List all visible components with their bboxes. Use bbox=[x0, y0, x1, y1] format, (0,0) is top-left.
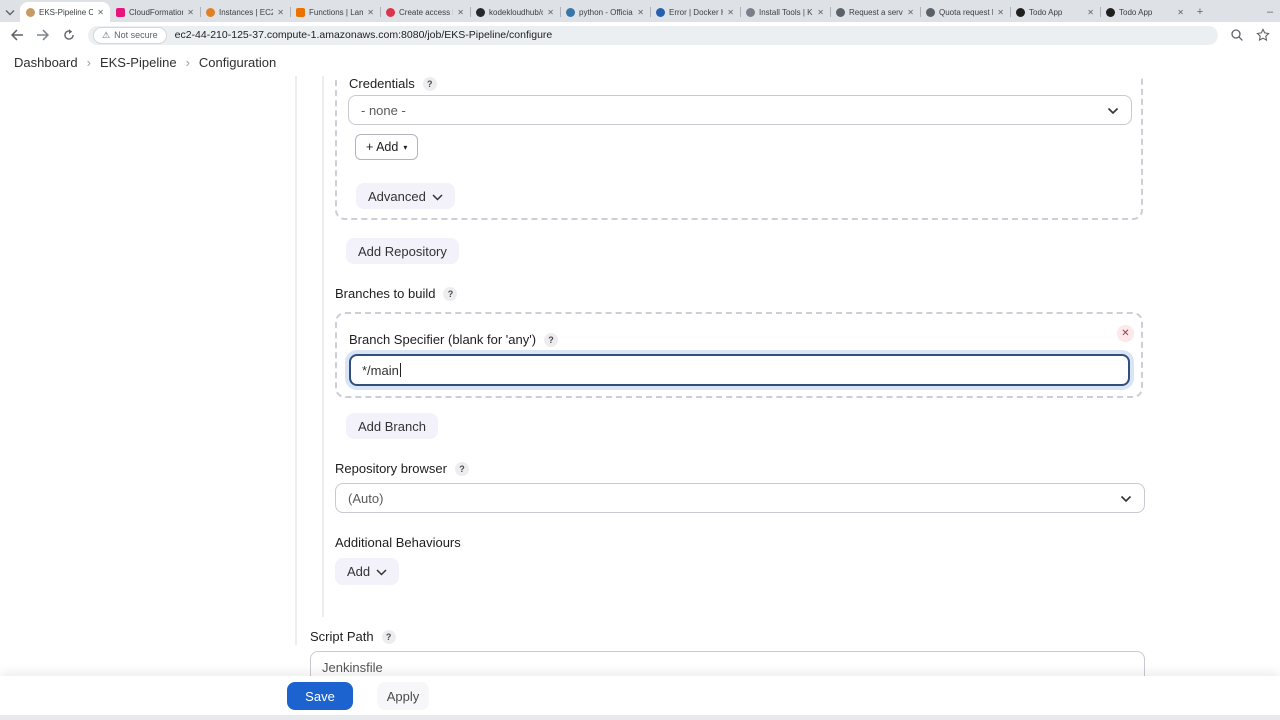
add-repository-button[interactable]: Add Repository bbox=[346, 238, 459, 264]
repository-browser-select[interactable]: (Auto) bbox=[335, 483, 1145, 513]
tab-close-icon[interactable]: ✕ bbox=[1177, 8, 1184, 17]
url-text: ec2-44-210-125-37.compute-1.amazonaws.co… bbox=[174, 29, 553, 41]
tab-1[interactable]: EKS-Pipeline Confi ✕ bbox=[20, 2, 110, 22]
branches-help-icon[interactable]: ? bbox=[443, 286, 458, 301]
not-secure-chip[interactable]: ⚠ Not secure bbox=[93, 26, 167, 44]
bookmark-star-icon[interactable] bbox=[1256, 28, 1270, 42]
todo-app-icon bbox=[1106, 7, 1115, 17]
breadcrumb-job[interactable]: EKS-Pipeline bbox=[100, 55, 177, 70]
aws-support-icon bbox=[836, 7, 845, 17]
credentials-label: Credentials bbox=[349, 76, 415, 91]
tab-close-icon[interactable]: ✕ bbox=[277, 8, 284, 17]
remove-branch-icon[interactable]: ✕ bbox=[1117, 325, 1134, 342]
tab-close-icon[interactable]: ✕ bbox=[187, 8, 194, 17]
tab-9[interactable]: Install Tools | Kuber ✕ bbox=[740, 2, 830, 22]
not-secure-label: Not secure bbox=[114, 30, 158, 40]
repository-browser-selected-value: (Auto) bbox=[348, 490, 384, 506]
breadcrumb: Dashboard › EKS-Pipeline › Configuration bbox=[0, 48, 1280, 76]
tab-close-icon[interactable]: ✕ bbox=[367, 8, 374, 17]
breadcrumb-separator: › bbox=[185, 54, 190, 70]
section-indent-inner bbox=[322, 76, 324, 617]
advanced-button[interactable]: Advanced bbox=[356, 183, 455, 209]
window-bottom-edge bbox=[0, 715, 1280, 720]
script-path-help-icon[interactable]: ? bbox=[381, 629, 396, 644]
tab-8[interactable]: Error | Docker Hub ✕ bbox=[650, 2, 740, 22]
additional-behaviours-label: Additional Behaviours bbox=[335, 535, 461, 550]
tab-7[interactable]: python - Official Im ✕ bbox=[560, 2, 650, 22]
chevron-down-icon bbox=[1120, 491, 1132, 506]
add-credentials-button[interactable]: + Add ▾ bbox=[355, 134, 419, 160]
tab-close-icon[interactable]: ✕ bbox=[637, 8, 644, 17]
configuration-form: Credentials ? - none - + Add ▾ Advanced … bbox=[0, 76, 1280, 720]
branch-specifier-help-icon[interactable]: ? bbox=[544, 332, 559, 347]
jenkins-icon bbox=[26, 7, 35, 17]
tab-close-icon[interactable]: ✕ bbox=[907, 8, 914, 17]
chevron-down-icon bbox=[1107, 103, 1119, 118]
back-icon[interactable] bbox=[10, 28, 24, 42]
additional-behaviours-add-button[interactable]: Add bbox=[335, 558, 400, 585]
warning-icon: ⚠ bbox=[102, 29, 111, 40]
tab-2[interactable]: CloudFormation - S ✕ bbox=[110, 2, 200, 22]
browser-tab-strip: EKS-Pipeline Confi ✕ CloudFormation - S … bbox=[0, 0, 1280, 22]
docker-icon bbox=[656, 7, 665, 17]
bottom-app-bar bbox=[0, 676, 1280, 715]
forward-icon[interactable] bbox=[36, 28, 50, 42]
service-quotas-icon bbox=[926, 7, 935, 17]
breadcrumb-configuration[interactable]: Configuration bbox=[199, 55, 276, 70]
tab-search-chevron-icon[interactable] bbox=[0, 2, 20, 22]
tab-list: EKS-Pipeline Confi ✕ CloudFormation - S … bbox=[20, 0, 1190, 22]
iam-icon bbox=[386, 7, 395, 17]
tab-10[interactable]: Request a service q ✕ bbox=[830, 2, 920, 22]
tab-4[interactable]: Functions | Lambda ✕ bbox=[290, 2, 380, 22]
save-button[interactable]: Save bbox=[287, 682, 353, 710]
new-tab-button[interactable]: + bbox=[1190, 2, 1210, 22]
breadcrumb-dashboard[interactable]: Dashboard bbox=[14, 55, 78, 70]
browser-toolbar: ⚠ Not secure ec2-44-210-125-37.compute-1… bbox=[0, 22, 1280, 48]
chevron-down-icon bbox=[432, 189, 443, 204]
tab-close-icon[interactable]: ✕ bbox=[727, 8, 734, 17]
url-bar[interactable]: ⚠ Not secure ec2-44-210-125-37.compute-1… bbox=[88, 25, 1218, 45]
repository-browser-help-icon[interactable]: ? bbox=[455, 461, 469, 476]
tab-close-icon[interactable]: ✕ bbox=[457, 8, 464, 17]
cloudformation-icon bbox=[116, 7, 125, 17]
tab-6[interactable]: kodekloudhub/cou ✕ bbox=[470, 2, 560, 22]
tab-5[interactable]: Create access key ✕ bbox=[380, 2, 470, 22]
breadcrumb-separator: › bbox=[86, 54, 91, 70]
add-branch-button[interactable]: Add Branch bbox=[346, 413, 438, 439]
todo-app-icon bbox=[1016, 7, 1025, 17]
tab-11[interactable]: Quota request hist ✕ bbox=[920, 2, 1010, 22]
branches-to-build-label: Branches to build bbox=[335, 286, 436, 301]
zoom-icon[interactable] bbox=[1230, 28, 1244, 42]
tab-close-icon[interactable]: ✕ bbox=[1087, 8, 1094, 17]
tab-close-icon[interactable]: ✕ bbox=[547, 8, 554, 17]
kubernetes-icon bbox=[746, 7, 755, 17]
python-icon bbox=[566, 7, 575, 17]
tab-close-icon[interactable]: ✕ bbox=[97, 8, 104, 17]
apply-button[interactable]: Apply bbox=[377, 682, 429, 710]
reload-icon[interactable] bbox=[62, 28, 76, 42]
section-indent-outer bbox=[295, 76, 297, 645]
minimize-icon[interactable]: – bbox=[1260, 2, 1280, 22]
credentials-help-icon[interactable]: ? bbox=[422, 76, 437, 91]
caret-down-icon: ▾ bbox=[403, 142, 408, 152]
repository-browser-label: Repository browser bbox=[335, 461, 447, 476]
tab-close-icon[interactable]: ✕ bbox=[817, 8, 824, 17]
branch-specifier-label: Branch Specifier (blank for 'any') bbox=[349, 332, 537, 347]
tab-close-icon[interactable]: ✕ bbox=[997, 8, 1004, 17]
script-path-label: Script Path bbox=[310, 629, 374, 644]
credentials-select[interactable]: - none - bbox=[348, 95, 1132, 125]
text-caret bbox=[399, 363, 401, 377]
lambda-icon bbox=[296, 7, 305, 17]
branch-specifier-input[interactable]: */main bbox=[349, 354, 1130, 386]
chevron-down-icon bbox=[376, 564, 387, 579]
tab-13[interactable]: Todo App ✕ bbox=[1100, 2, 1190, 22]
github-icon bbox=[476, 7, 485, 17]
ec2-icon bbox=[206, 7, 215, 17]
tab-3[interactable]: Instances | EC2 | us ✕ bbox=[200, 2, 290, 22]
tab-12[interactable]: Todo App ✕ bbox=[1010, 2, 1100, 22]
credentials-selected-value: - none - bbox=[361, 102, 406, 118]
